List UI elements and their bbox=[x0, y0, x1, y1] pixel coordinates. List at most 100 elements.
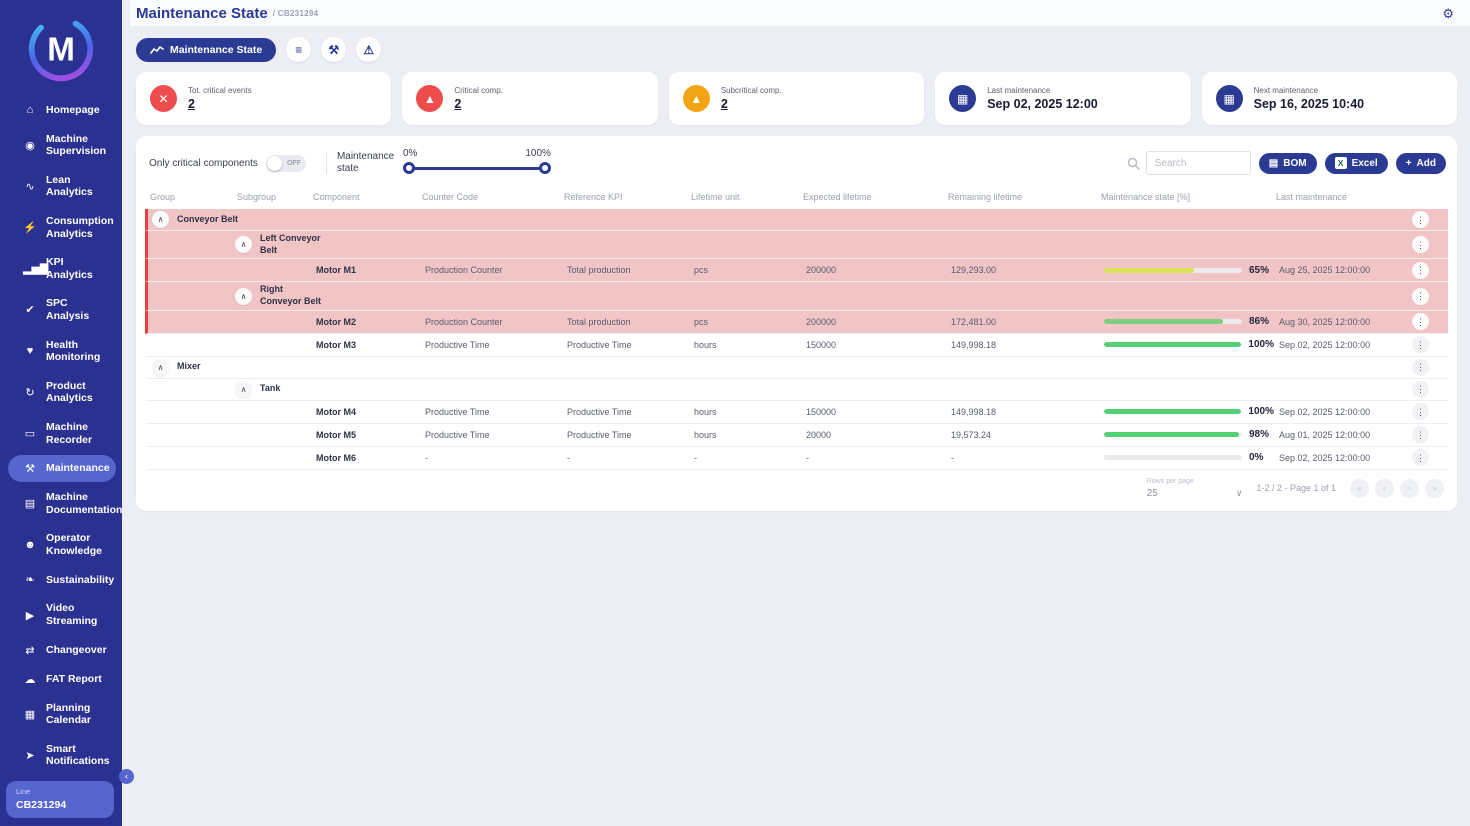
sidebar-nav: ⌂ Homepage◉ Machine Supervision∿ Lean An… bbox=[0, 96, 122, 826]
component-name: Motor M2 bbox=[311, 317, 420, 327]
tab-maintenance-state[interactable]: Maintenance State bbox=[136, 38, 276, 62]
sidebar-item-product-analytics[interactable]: ↻ Product Analytics bbox=[8, 373, 116, 412]
play-icon: ▶ bbox=[23, 609, 37, 622]
excel-icon: X bbox=[1335, 157, 1347, 169]
expected-lifetime: 150000 bbox=[801, 407, 946, 417]
row-menu-button[interactable]: ⋮ bbox=[1412, 313, 1429, 330]
sidebar-item-machine-recorder[interactable]: ▭ Machine Recorder bbox=[8, 414, 116, 453]
sidebar-item-video-streaming[interactable]: ▶ Video Streaming bbox=[8, 595, 116, 634]
main-content: Maintenance State / CB231294 ⚙ Maintenan… bbox=[130, 0, 1470, 511]
prev-page-button[interactable]: ‹ bbox=[1375, 479, 1394, 498]
maintenance-state-cell: 100% bbox=[1099, 406, 1274, 417]
critical-toggle[interactable]: OFF bbox=[266, 155, 306, 172]
add-label: Add bbox=[1417, 158, 1436, 169]
collapse-chevron-icon[interactable]: ∧ bbox=[152, 211, 169, 228]
reference-kpi: - bbox=[562, 453, 689, 463]
maintenance-state-cell: 100% bbox=[1099, 339, 1274, 350]
row-menu-button[interactable]: ⋮ bbox=[1412, 381, 1429, 398]
subgroup-row-right-conveyor-belt: ∧Right Conveyor Belt⋮ bbox=[145, 282, 1448, 310]
add-button[interactable]: + Add bbox=[1396, 153, 1446, 174]
kpi-value[interactable]: 2 bbox=[454, 97, 502, 111]
critical-warning-icon: ▲ bbox=[416, 85, 443, 112]
kpi-label: Critical comp. bbox=[454, 86, 502, 95]
refresh-icon: ↻ bbox=[23, 386, 37, 399]
collapse-chevron-icon[interactable]: ∧ bbox=[235, 236, 252, 253]
app-logo: M bbox=[0, 0, 122, 96]
sidebar-item-machine-supervision[interactable]: ◉ Machine Supervision bbox=[8, 126, 116, 165]
sidebar-collapse-button[interactable]: ‹ bbox=[119, 769, 134, 784]
next-page-button[interactable]: › bbox=[1400, 479, 1419, 498]
reference-kpi: Total production bbox=[562, 317, 689, 327]
sidebar-item-label: Product Analytics bbox=[46, 380, 110, 405]
bom-button[interactable]: ▤ BOM bbox=[1259, 153, 1317, 174]
logo-letter: M bbox=[47, 32, 75, 69]
sidebar-item-spc-analysis[interactable]: ✔ SPC Analysis bbox=[8, 290, 116, 329]
column-header-group: Group bbox=[145, 192, 232, 202]
component-name: Motor M3 bbox=[311, 340, 420, 350]
toolbar-tools-button[interactable]: ⚒ bbox=[321, 37, 346, 62]
critical-x-icon: ✕ bbox=[150, 85, 177, 112]
sidebar-item-lean-analytics[interactable]: ∿ Lean Analytics bbox=[8, 167, 116, 206]
tab-label: Maintenance State bbox=[170, 44, 262, 56]
row-menu-button[interactable]: ⋮ bbox=[1412, 236, 1429, 253]
row-menu-button[interactable]: ⋮ bbox=[1412, 288, 1429, 305]
sidebar-item-kpi-analytics[interactable]: ▂▅▇ KPI Analytics bbox=[8, 249, 116, 288]
sidebar-item-homepage[interactable]: ⌂ Homepage bbox=[8, 97, 116, 124]
rows-per-page-chevron-icon[interactable]: ∨ bbox=[1236, 488, 1243, 499]
sidebar-item-machine-documentation[interactable]: ▤ Machine Documentation bbox=[8, 484, 116, 523]
sidebar-item-maintenance[interactable]: ⚒ Maintenance bbox=[8, 455, 116, 482]
slider-handle-max[interactable] bbox=[539, 162, 551, 174]
last-maintenance: Sep 02, 2025 12:00:00 bbox=[1274, 407, 1412, 417]
counter-code: Production Counter bbox=[420, 317, 562, 327]
rows-per-page-value[interactable]: 25 bbox=[1147, 488, 1194, 499]
remaining-lifetime: 129,293.00 bbox=[946, 265, 1099, 275]
sidebar-item-health-monitoring[interactable]: ♥ Health Monitoring bbox=[8, 332, 116, 371]
sidebar-item-consumption-analytics[interactable]: ⚡ Consumption Analytics bbox=[8, 208, 116, 247]
last-page-button[interactable]: » bbox=[1425, 479, 1444, 498]
lifetime-unit: pcs bbox=[689, 317, 801, 327]
excel-export-button[interactable]: X Excel bbox=[1325, 153, 1388, 174]
collapse-chevron-icon[interactable]: ∧ bbox=[235, 381, 252, 398]
row-menu-button[interactable]: ⋮ bbox=[1412, 449, 1429, 466]
toolbar: Maintenance State ≡ ⚒ ⚠ bbox=[133, 27, 1457, 72]
sidebar-item-label: SPC Analysis bbox=[46, 297, 110, 322]
line-selector[interactable]: Line CB231294 bbox=[6, 781, 114, 818]
row-menu-button[interactable]: ⋮ bbox=[1412, 403, 1429, 420]
row-menu-button[interactable]: ⋮ bbox=[1412, 359, 1429, 376]
kpi-value[interactable]: 2 bbox=[721, 97, 782, 111]
maintenance-state-cell: 0% bbox=[1099, 452, 1274, 463]
state-progress-bar bbox=[1104, 268, 1242, 273]
row-menu-button[interactable]: ⋮ bbox=[1412, 426, 1429, 443]
collapse-chevron-icon[interactable]: ∧ bbox=[152, 359, 169, 376]
lifetime-unit: hours bbox=[689, 340, 801, 350]
state-progress-bar bbox=[1104, 409, 1241, 414]
toolbar-menu-button[interactable]: ≡ bbox=[286, 37, 311, 62]
excel-label: Excel bbox=[1352, 158, 1378, 169]
row-menu-button[interactable]: ⋮ bbox=[1412, 262, 1429, 279]
sidebar-item-smart-notifications[interactable]: ➤ Smart Notifications bbox=[8, 736, 116, 775]
calendar-icon: ▦ bbox=[949, 85, 976, 112]
kpi-value[interactable]: 2 bbox=[188, 97, 252, 111]
toolbar-warning-button[interactable]: ⚠ bbox=[356, 37, 381, 62]
sidebar-item-planning-calendar[interactable]: ▦ Planning Calendar bbox=[8, 695, 116, 734]
pagination: Rows per page 25 ∨ 1-2 / 2 - Page 1 of 1… bbox=[145, 470, 1448, 507]
cloud-icon: ☁ bbox=[23, 673, 37, 686]
kpi-label: Next maintenance bbox=[1254, 86, 1365, 95]
reference-kpi: Productive Time bbox=[562, 430, 689, 440]
lightning-icon: ⚡ bbox=[23, 221, 37, 234]
sidebar-item-wilson-ai-agents[interactable]: ⚇ Wilson AI Agents bbox=[8, 818, 116, 826]
kpi-value: Sep 16, 2025 10:40 bbox=[1254, 97, 1365, 111]
sidebar-item-label: Operator Knowledge bbox=[46, 532, 110, 557]
row-menu-button[interactable]: ⋮ bbox=[1412, 211, 1429, 228]
first-page-button[interactable]: « bbox=[1350, 479, 1369, 498]
sidebar-item-sustainability[interactable]: ❧ Sustainability bbox=[8, 566, 116, 593]
slider-handle-min[interactable] bbox=[403, 162, 415, 174]
search-input[interactable] bbox=[1146, 151, 1251, 175]
sidebar-item-fat-report[interactable]: ☁ FAT Report bbox=[8, 666, 116, 693]
sidebar-item-changeover[interactable]: ⇄ Changeover bbox=[8, 637, 116, 664]
collapse-chevron-icon[interactable]: ∧ bbox=[235, 288, 252, 305]
row-menu-button[interactable]: ⋮ bbox=[1412, 336, 1429, 353]
settings-gear-icon[interactable]: ⚙ bbox=[1442, 6, 1454, 22]
column-header-counter-code: Counter Code bbox=[417, 192, 559, 202]
sidebar-item-operator-knowledge[interactable]: ☻ Operator Knowledge bbox=[8, 525, 116, 564]
